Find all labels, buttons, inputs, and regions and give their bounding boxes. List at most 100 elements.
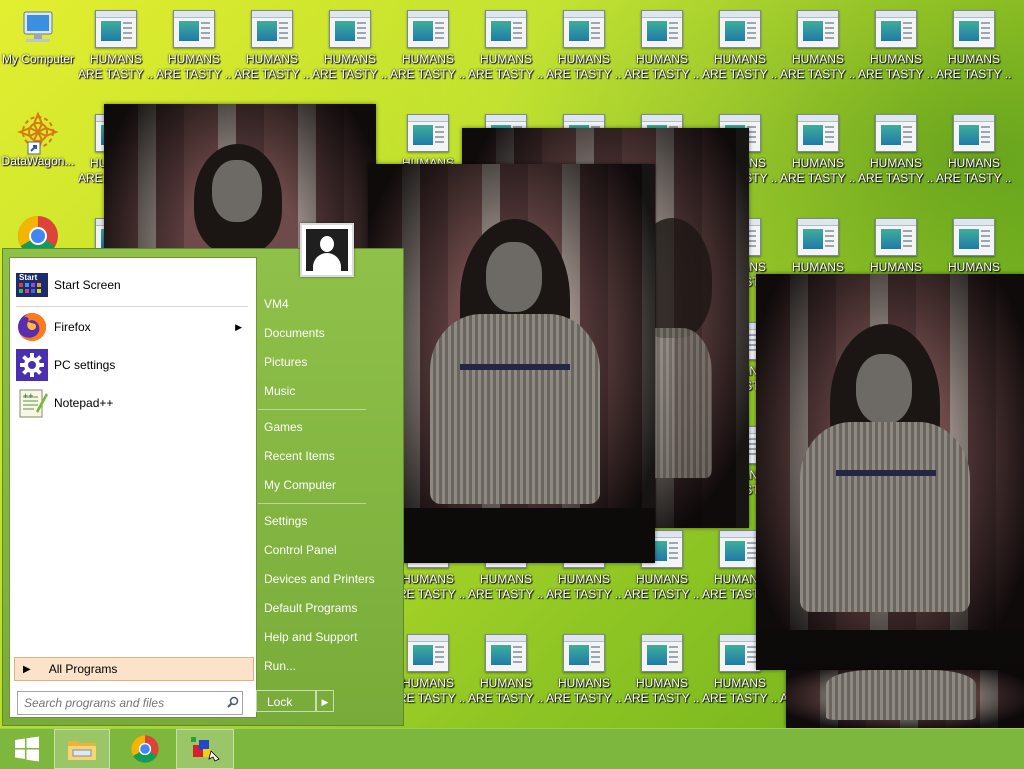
desktop-icon-label: HUMANS — [635, 676, 688, 690]
desktop-file-icon[interactable]: HUMANSARE TASTY ... — [468, 10, 544, 82]
desktop-icon-my-computer[interactable]: My Computer — [0, 10, 76, 67]
desktop-icon-label: HUMANS — [947, 156, 1000, 170]
search-input[interactable] — [18, 693, 224, 713]
desktop-icon-label: HUMANS — [479, 572, 532, 586]
lock-options-arrow-icon[interactable]: ▶ — [316, 690, 334, 712]
start-menu-place-devices-and-printers[interactable]: Devices and Printers — [262, 566, 398, 592]
desktop-icon-label: ARE TASTY ... — [858, 67, 934, 81]
all-programs-button[interactable]: ▶ All Programs — [14, 657, 254, 681]
pinned-item-firefox[interactable]: Firefox ▶ — [16, 310, 250, 344]
desktop-icon-label: ARE TASTY ... — [936, 171, 1012, 185]
desktop-icon-datawagon[interactable]: DataWagon... — [0, 111, 76, 169]
application-window-icon — [953, 218, 995, 256]
horror-photo-window-4[interactable] — [756, 274, 1024, 670]
pinned-item-pc-settings[interactable]: PC settings — [16, 348, 250, 382]
pinned-item-label: PC settings — [54, 358, 116, 372]
desktop-icon-label: ARE TASTY ... — [468, 691, 544, 705]
pinned-item-label: Notepad++ — [54, 396, 114, 410]
desktop-file-icon[interactable]: HUMANSARE TASTY ... — [390, 10, 466, 82]
start-menu-place-help-and-support[interactable]: Help and Support — [262, 624, 398, 650]
start-menu-place-games[interactable]: Games — [262, 414, 398, 440]
computer-icon — [16, 10, 60, 50]
file-explorer-icon — [68, 741, 96, 760]
desktop-file-icon[interactable]: HUMANSARE TASTY ... — [546, 634, 622, 706]
windows-start-icon — [15, 736, 39, 762]
desktop-file-icon[interactable]: HUMANSARE TASTY ... — [312, 10, 388, 82]
desktop-icon-label: ARE TASTY ... — [312, 67, 388, 81]
notepad-plus-plus-icon: ++ — [16, 387, 48, 419]
horror-photo-window-5[interactable] — [786, 670, 1024, 728]
application-window-icon — [563, 634, 605, 672]
horror-photo-window-3[interactable] — [368, 164, 655, 563]
desktop-file-icon[interactable]: HUMANSARE TASTY ... — [936, 114, 1012, 186]
datawagon-logo-icon — [16, 111, 60, 155]
user-avatar[interactable] — [300, 223, 354, 277]
desktop-file-icon[interactable]: HUMANSARE TASTY ... — [780, 114, 856, 186]
lock-button[interactable]: Lock — [256, 690, 316, 712]
desktop-file-icon[interactable]: HUMANSARE TASTY ... — [858, 10, 934, 82]
application-window-icon — [797, 10, 839, 48]
desktop-icon-label: ARE TASTY ... — [702, 67, 778, 81]
application-window-icon — [875, 114, 917, 152]
application-window-icon — [641, 634, 683, 672]
application-window-icon — [953, 114, 995, 152]
taskbar-file-explorer[interactable] — [54, 729, 110, 769]
pinned-item-notepad-plus-plus[interactable]: ++ Notepad++ — [16, 386, 250, 420]
start-menu-place-settings[interactable]: Settings — [262, 508, 398, 534]
taskbar-chrome[interactable] — [118, 729, 172, 769]
desktop-file-icon[interactable]: HUMANSARE TASTY ... — [234, 10, 310, 82]
desktop-file-icon[interactable]: HUMANSARE TASTY ... — [702, 10, 778, 82]
application-window-icon — [875, 10, 917, 48]
desktop-file-icon[interactable]: HUMANSARE TASTY ... — [624, 10, 700, 82]
desktop-file-icon[interactable]: HUMANSARE TASTY ... — [78, 10, 154, 82]
start-menu-place-recent-items[interactable]: Recent Items — [262, 443, 398, 469]
desktop-icon-label: HUMANS — [245, 52, 298, 66]
desktop-icon-label: ARE TASTY ... — [546, 587, 622, 601]
application-window-icon — [641, 10, 683, 48]
desktop-file-icon[interactable]: HUMANSARE TASTY ... — [936, 10, 1012, 82]
desktop-icon-label: HUMANS — [713, 52, 766, 66]
desktop-file-icon[interactable]: HUMANSARE TASTY ... — [468, 634, 544, 706]
user-icon — [306, 229, 348, 271]
start-menu-place-my-computer[interactable]: My Computer — [262, 472, 398, 498]
start-screen-icon: Start — [16, 269, 48, 301]
desktop-file-icon[interactable]: HUMANSARE TASTY ... — [546, 10, 622, 82]
pinned-item-start-screen[interactable]: Start Start Screen — [16, 268, 250, 302]
desktop-icon-label: ARE TASTY ... — [156, 67, 232, 81]
desktop-icon-label: HUMANS — [947, 260, 1000, 274]
desktop-icon-label: HUMANS — [557, 676, 610, 690]
start-menu-place-run[interactable]: Run... — [262, 653, 398, 679]
application-window-icon — [875, 218, 917, 256]
application-window-icon — [485, 10, 527, 48]
application-window-icon — [563, 10, 605, 48]
desktop-icon-label: My Computer — [1, 52, 75, 66]
start-button[interactable] — [0, 729, 54, 769]
search-icon[interactable] — [224, 696, 242, 711]
start-menu-place-control-panel[interactable]: Control Panel — [262, 537, 398, 563]
desktop-icon-label: ARE TASTY ... — [78, 67, 154, 81]
taskbar-paint-app[interactable] — [176, 729, 234, 769]
desktop-file-icon[interactable]: HUMANSARE TASTY ... — [156, 10, 232, 82]
desktop-icon-label: HUMANS — [635, 52, 688, 66]
start-menu-place-documents[interactable]: Documents — [262, 320, 398, 346]
start-menu-place-pictures[interactable]: Pictures — [262, 349, 398, 375]
start-menu-place-default-programs[interactable]: Default Programs — [262, 595, 398, 621]
desktop-file-icon[interactable]: HUMANSARE TASTY ... — [624, 634, 700, 706]
start-screen-icon-text: Start — [19, 273, 38, 282]
chrome-icon — [131, 735, 159, 763]
desktop-icon-label: ARE TASTY ... — [702, 691, 778, 705]
desktop-icon-label: HUMANS — [869, 52, 922, 66]
desktop-file-icon[interactable]: HUMANSARE TASTY ... — [780, 10, 856, 82]
search-box[interactable] — [17, 691, 243, 715]
separator — [258, 503, 366, 504]
desktop-icon-label: HUMANS — [401, 52, 454, 66]
desktop-file-icon[interactable]: HUMANSARE TASTY ... — [858, 114, 934, 186]
desktop-icon-label: ARE TASTY ... — [624, 67, 700, 81]
desktop-icon-label: HUMANS — [791, 260, 844, 274]
taskbar — [0, 728, 1024, 769]
start-menu-place-vm4[interactable]: VM4 — [262, 291, 398, 317]
start-menu-place-music[interactable]: Music — [262, 378, 398, 404]
desktop-icon-label: ARE TASTY ... — [546, 691, 622, 705]
application-window-icon — [797, 114, 839, 152]
application-window-icon — [485, 634, 527, 672]
